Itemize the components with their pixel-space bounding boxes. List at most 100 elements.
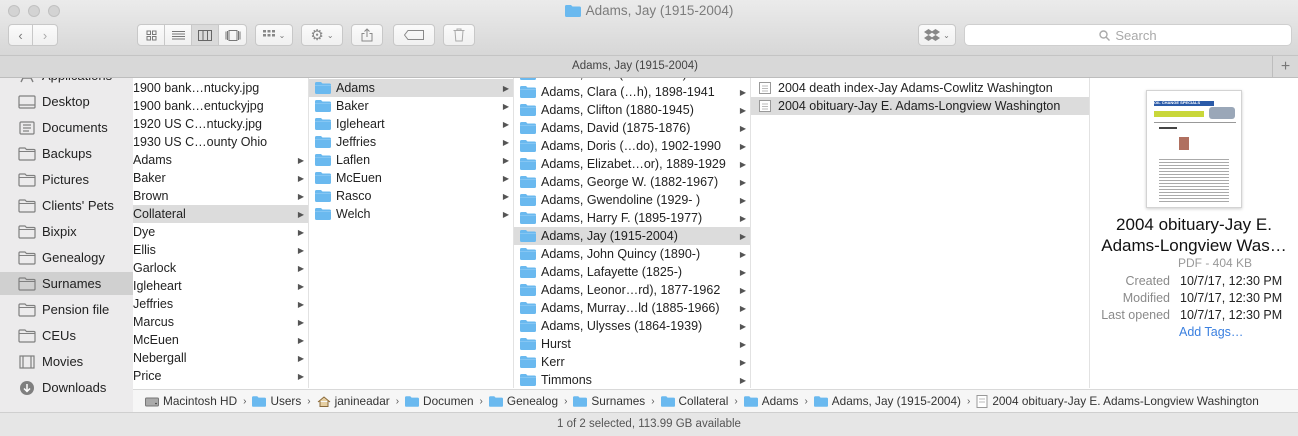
folder-row[interactable]: Igleheart ▶ bbox=[309, 115, 513, 133]
folder-row[interactable]: Adams, Lafayette (1825-) ▶ bbox=[514, 263, 750, 281]
folder-row[interactable]: Jeffries ▶ bbox=[133, 295, 308, 313]
folder-row[interactable]: McEuen ▶ bbox=[133, 331, 308, 349]
folder-row[interactable]: Adams ▶ bbox=[133, 151, 308, 169]
add-tags-link[interactable]: Add Tags… bbox=[1179, 325, 1243, 339]
folder-row[interactable]: Rasco▶ bbox=[309, 187, 513, 205]
folder-row[interactable]: Adams, Ulysses (1864-1939) ▶ bbox=[514, 317, 750, 335]
sidebar-item-movies[interactable]: Movies bbox=[0, 350, 133, 373]
sidebar-item-label: Backups bbox=[42, 146, 92, 161]
search-field[interactable]: Search bbox=[964, 24, 1292, 46]
folder-row[interactable]: Adams ▶ bbox=[309, 79, 513, 97]
row-label: Jeffries bbox=[336, 135, 377, 149]
folder-row[interactable]: Adams, George W. (1882-1967) ▶ bbox=[514, 173, 750, 191]
path-item-2004-obituary-jay-e-adams-longview-washington[interactable]: 2004 obituary-Jay E. Adams-Longview Wash… bbox=[976, 394, 1259, 408]
path-item-adams-jay-1915-2004[interactable]: Adams, Jay (1915-2004) bbox=[813, 394, 961, 408]
row-label: Jeffries bbox=[133, 297, 174, 311]
trash-button[interactable] bbox=[443, 24, 475, 46]
sidebar-item-documents[interactable]: Documents bbox=[0, 116, 133, 139]
file-row[interactable]: 1920 US C…ntucky.jpg bbox=[133, 115, 308, 133]
tab-current[interactable]: Adams, Jay (1915-2004) bbox=[0, 60, 1270, 72]
folder-row[interactable]: Adams, Gwendoline (1929- ) ▶ bbox=[514, 191, 750, 209]
path-item-macintosh-hd[interactable]: Macintosh HD bbox=[145, 394, 237, 408]
path-item-collateral[interactable]: Collateral bbox=[660, 394, 728, 408]
file-row[interactable]: 2004 death index-Jay Adams-Cowlitz Washi… bbox=[751, 79, 1089, 97]
folder-row[interactable]: Marcus ▶ bbox=[133, 313, 308, 331]
folder-row[interactable]: Adams, Elizabet…or), 1889-1929 ▶ bbox=[514, 155, 750, 173]
folder-row[interactable]: Collateral ▶ bbox=[133, 205, 308, 223]
new-tab-button[interactable]: + bbox=[1272, 56, 1298, 78]
folder-row[interactable]: Adams, John Quincy (1890-) ▶ bbox=[514, 245, 750, 263]
arrange-button[interactable]: ⌄ bbox=[255, 24, 293, 46]
folder-row[interactable]: Price ▶ bbox=[133, 367, 308, 385]
folder-icon bbox=[520, 86, 536, 98]
file-row[interactable]: 1900 bank…ntucky.jpg bbox=[133, 79, 308, 97]
folder-row[interactable]: Brown ▶ bbox=[133, 187, 308, 205]
disclosure-arrow-icon: ▶ bbox=[739, 249, 747, 259]
sidebar-item-backups[interactable]: Backups bbox=[0, 142, 133, 165]
path-bar: Macintosh HD › Users › janineadar › Documen › Ge… bbox=[133, 389, 1298, 412]
folder-row[interactable]: Baker ▶ bbox=[309, 97, 513, 115]
file-row[interactable]: 1930 US C…ounty Ohio bbox=[133, 133, 308, 151]
dropbox-button[interactable]: ⌄ bbox=[918, 24, 956, 46]
sidebar-item-bixpix[interactable]: Bixpix bbox=[0, 220, 133, 243]
path-item-genealog[interactable]: Genealog bbox=[488, 394, 558, 408]
icon-view-button[interactable] bbox=[138, 25, 165, 45]
action-button[interactable]: ⚙ ⌄ bbox=[301, 24, 343, 46]
folder-row[interactable]: Adams, Clifton (1880-1945) ▶ bbox=[514, 101, 750, 119]
disclosure-arrow-icon: ▶ bbox=[739, 177, 747, 187]
file-row[interactable]: 2004 obituary-Jay E. Adams-Longview Wash… bbox=[751, 97, 1089, 115]
path-item-adams[interactable]: Adams bbox=[743, 394, 798, 408]
folder-row[interactable]: Timmons ▶ bbox=[514, 371, 750, 388]
sidebar-item-label: Bixpix bbox=[42, 224, 77, 239]
column-view-button[interactable] bbox=[192, 25, 219, 45]
sidebar-item-downloads[interactable]: Downloads bbox=[0, 376, 133, 399]
folder-row[interactable]: Adams, Leonor…rd), 1877-1962 ▶ bbox=[514, 281, 750, 299]
sidebar-item-desktop[interactable]: Desktop bbox=[0, 90, 133, 113]
path-item-users[interactable]: Users bbox=[252, 394, 301, 408]
sidebar-item-label: Surnames bbox=[42, 276, 102, 291]
list-view-button[interactable] bbox=[165, 25, 192, 45]
tags-button[interactable] bbox=[393, 24, 435, 46]
folder-icon bbox=[743, 395, 758, 407]
folder-row[interactable]: Adams, Harry F. (1895-1977) ▶ bbox=[514, 209, 750, 227]
forward-button[interactable]: › bbox=[33, 25, 57, 45]
folder-row[interactable]: Adams, Jay (1915-2004) ▶ bbox=[514, 227, 750, 245]
disclosure-arrow-icon: ▶ bbox=[739, 195, 747, 205]
folder-row[interactable]: Kerr ▶ bbox=[514, 353, 750, 371]
sidebar-item-clients-pets[interactable]: Clients' Pets bbox=[0, 194, 133, 217]
share-button[interactable] bbox=[351, 24, 383, 46]
sidebar-item-ceus[interactable]: CEUs bbox=[0, 324, 133, 347]
path-item-documen[interactable]: Documen bbox=[405, 394, 474, 408]
folder-row[interactable]: McEuen ▶ bbox=[309, 169, 513, 187]
path-item-surnames[interactable]: Surnames bbox=[573, 394, 645, 408]
folder-row[interactable]: Laflen ▶ bbox=[309, 151, 513, 169]
file-row[interactable]: 1900 bank…entuckyjpg bbox=[133, 97, 308, 115]
folder-row[interactable]: Ellis ▶ bbox=[133, 241, 308, 259]
folder-row[interactable]: Adams, David (1875-1876) ▶ bbox=[514, 119, 750, 137]
path-item-janineadar[interactable]: janineadar bbox=[317, 394, 390, 408]
gallery-view-button[interactable] bbox=[219, 25, 246, 45]
folder-row[interactable]: Hurst ▶ bbox=[514, 335, 750, 353]
folder-row[interactable]: Igleheart ▶ bbox=[133, 277, 308, 295]
folder-row[interactable]: Jeffries ▶ bbox=[309, 133, 513, 151]
folder-row[interactable]: Baker ▶ bbox=[133, 169, 308, 187]
row-label: Hurst bbox=[541, 337, 571, 351]
sidebar-item-surnames[interactable]: Surnames bbox=[0, 272, 133, 295]
folder-row[interactable]: Adams, Murray…ld (1885-1966) ▶ bbox=[514, 299, 750, 317]
folder-row[interactable]: Adams, Clara (…h), 1898-1941 ▶ bbox=[514, 83, 750, 101]
sidebar-item-genealogy[interactable]: Genealogy bbox=[0, 246, 133, 269]
folder-row[interactable]: Dye ▶ bbox=[133, 223, 308, 241]
sidebar-item-label: Desktop bbox=[42, 94, 90, 109]
document-thumbnail[interactable]: OIL CHANGE SPECIALS bbox=[1146, 90, 1242, 208]
back-button[interactable]: ‹ bbox=[9, 25, 34, 45]
folder-icon bbox=[315, 154, 331, 166]
folder-row[interactable]: Nebergall ▶ bbox=[133, 349, 308, 367]
folder-row[interactable]: Garlock ▶ bbox=[133, 259, 308, 277]
sidebar-item-pension-file[interactable]: Pension file bbox=[0, 298, 133, 321]
row-label: Adams, Ulysses (1864-1939) bbox=[541, 319, 703, 333]
folder-row[interactable]: Welch ▶ bbox=[309, 205, 513, 223]
sidebar-item-applications[interactable]: Applications bbox=[0, 78, 133, 87]
folder-row[interactable]: Adams, Doris (…do), 1902-1990 ▶ bbox=[514, 137, 750, 155]
folder-row[interactable]: Rasco▶ bbox=[133, 385, 308, 388]
sidebar-item-pictures[interactable]: Pictures bbox=[0, 168, 133, 191]
